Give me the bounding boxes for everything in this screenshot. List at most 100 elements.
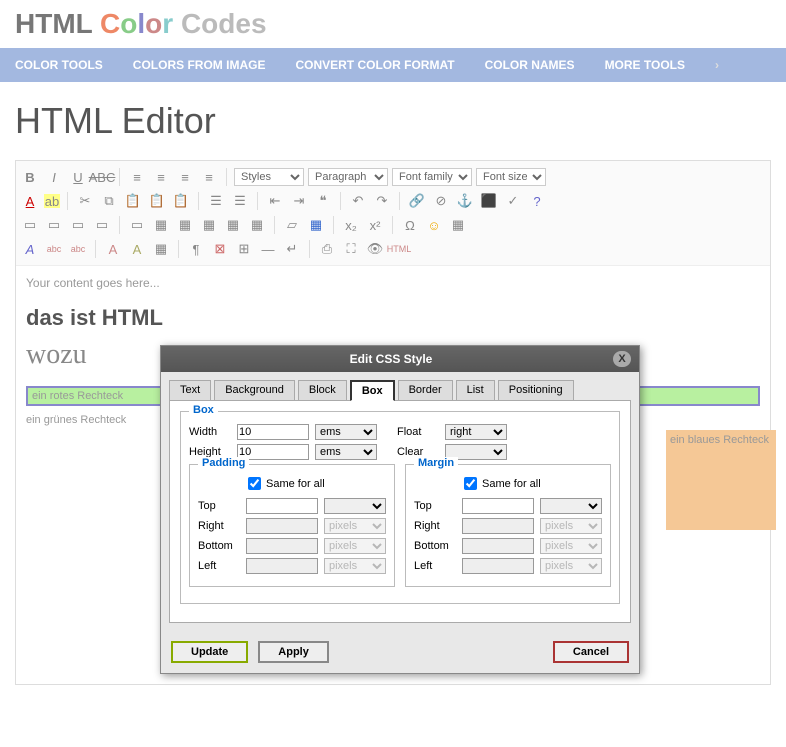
nav-color-names[interactable]: COLOR NAMES: [485, 58, 575, 72]
nav-colors-from-image[interactable]: COLORS FROM IMAGE: [133, 58, 266, 72]
undo-icon[interactable]: ↶: [348, 191, 368, 211]
padding-fieldset: Padding Same for all Top Rightpixels Bot…: [189, 464, 395, 587]
blue-rectangle: ein blaues Rechteck: [666, 430, 776, 530]
ins-icon[interactable]: ⊞: [234, 239, 254, 259]
padding-top-input[interactable]: [246, 498, 318, 514]
layer-back-icon[interactable]: ▭: [68, 215, 88, 235]
dialog-titlebar[interactable]: Edit CSS Style X: [161, 346, 639, 372]
attr-icon[interactable]: ▦: [151, 239, 171, 259]
link-icon[interactable]: 🔗: [407, 191, 427, 211]
col-after-icon[interactable]: ▦: [247, 215, 267, 235]
height-unit-select[interactable]: ems: [315, 444, 377, 460]
tab-background[interactable]: Background: [214, 380, 295, 401]
table-btn-icon[interactable]: ▦: [151, 215, 171, 235]
box-legend: Box: [189, 404, 218, 416]
anchor-icon[interactable]: ⚓: [455, 191, 475, 211]
styles-select[interactable]: Styles: [234, 168, 304, 186]
width-unit-select[interactable]: ems: [315, 424, 377, 440]
align-left-icon[interactable]: ≡: [127, 167, 147, 187]
tab-list[interactable]: List: [456, 380, 495, 401]
clear-a-icon[interactable]: A: [103, 239, 123, 259]
outdent-icon[interactable]: ⇤: [265, 191, 285, 211]
padding-same-checkbox[interactable]: [248, 477, 261, 490]
tab-border[interactable]: Border: [398, 380, 453, 401]
br-icon[interactable]: ↵: [282, 239, 302, 259]
font-family-select[interactable]: Font family: [392, 168, 472, 186]
eraser-icon[interactable]: ▱: [282, 215, 302, 235]
char-icon[interactable]: Ω: [400, 215, 420, 235]
paste-word-icon[interactable]: 📋: [171, 191, 191, 211]
float-select[interactable]: right: [445, 424, 507, 440]
nav-convert-format[interactable]: CONVERT COLOR FORMAT: [295, 58, 454, 72]
bold-icon[interactable]: B: [20, 167, 40, 187]
margin-top-input[interactable]: [462, 498, 534, 514]
apply-button[interactable]: Apply: [258, 641, 329, 663]
date-icon[interactable]: ▦: [306, 215, 326, 235]
image-icon[interactable]: ⬛: [479, 191, 499, 211]
close-icon[interactable]: X: [613, 351, 631, 367]
backcolor-icon[interactable]: ab: [44, 194, 60, 208]
preview-icon[interactable]: 👁: [365, 239, 385, 259]
tab-block[interactable]: Block: [298, 380, 347, 401]
tab-box[interactable]: Box: [350, 380, 395, 401]
align-right-icon[interactable]: ≡: [175, 167, 195, 187]
copy-icon[interactable]: ⧉: [99, 191, 119, 211]
dialog-title: Edit CSS Style: [169, 352, 613, 366]
sup-icon[interactable]: x²: [365, 215, 385, 235]
para-icon[interactable]: ¶: [186, 239, 206, 259]
bullet-list-icon[interactable]: ☰: [206, 191, 226, 211]
font-size-select[interactable]: Font size: [476, 168, 546, 186]
spell2-icon[interactable]: abc: [68, 239, 88, 259]
forecolor-icon[interactable]: A: [20, 191, 40, 211]
help-icon[interactable]: ?: [527, 191, 547, 211]
sub-icon[interactable]: x₂: [341, 215, 361, 235]
margin-top-unit[interactable]: [540, 498, 602, 514]
nav-color-tools[interactable]: COLOR TOOLS: [15, 58, 103, 72]
width-input[interactable]: [237, 424, 309, 440]
unlink-icon[interactable]: ⊘: [431, 191, 451, 211]
layer-icon[interactable]: ▭: [20, 215, 40, 235]
paste-text-icon[interactable]: 📋: [147, 191, 167, 211]
clear-a2-icon[interactable]: A: [127, 239, 147, 259]
tab-positioning[interactable]: Positioning: [498, 380, 574, 401]
row-before-icon[interactable]: ▦: [175, 215, 195, 235]
print-icon[interactable]: ⎙: [317, 239, 337, 259]
row-after-icon[interactable]: ▦: [199, 215, 219, 235]
media-icon[interactable]: ▦: [448, 215, 468, 235]
font-aa-icon[interactable]: A: [20, 239, 40, 259]
margin-same-checkbox[interactable]: [464, 477, 477, 490]
strike-icon[interactable]: ABC: [92, 167, 112, 187]
hr-icon[interactable]: —: [258, 239, 278, 259]
indent-icon[interactable]: ⇥: [289, 191, 309, 211]
cut-icon[interactable]: ✂: [75, 191, 95, 211]
cleanup-icon[interactable]: ✓: [503, 191, 523, 211]
spell-icon[interactable]: abc: [44, 239, 64, 259]
align-center-icon[interactable]: ≡: [151, 167, 171, 187]
emoji-icon[interactable]: ☺: [424, 215, 444, 235]
layer-forward-icon[interactable]: ▭: [44, 215, 64, 235]
nav-more-tools[interactable]: MORE TOOLS: [605, 58, 685, 72]
underline-icon[interactable]: U: [68, 167, 88, 187]
paragraph-select[interactable]: Paragraph: [308, 168, 388, 186]
tab-text[interactable]: Text: [169, 380, 211, 401]
style-icon[interactable]: ▭: [127, 215, 147, 235]
col-before-icon[interactable]: ▦: [223, 215, 243, 235]
page-title: HTML Editor: [0, 82, 786, 160]
paste-icon[interactable]: 📋: [123, 191, 143, 211]
padding-bottom-input: [246, 538, 318, 554]
align-justify-icon[interactable]: ≡: [199, 167, 219, 187]
html-icon[interactable]: HTML: [389, 239, 409, 259]
width-label: Width: [189, 426, 231, 438]
number-list-icon[interactable]: ☰: [230, 191, 250, 211]
margin-bottom-input: [462, 538, 534, 554]
padding-top-unit[interactable]: [324, 498, 386, 514]
quote-icon[interactable]: ❝: [313, 191, 333, 211]
fullscreen-icon[interactable]: ⛶: [341, 239, 361, 259]
del-icon[interactable]: ⊠: [210, 239, 230, 259]
italic-icon[interactable]: I: [44, 167, 64, 187]
update-button[interactable]: Update: [171, 641, 248, 663]
layer-abs-icon[interactable]: ▭: [92, 215, 112, 235]
redo-icon[interactable]: ↷: [372, 191, 392, 211]
nav-arrow-icon[interactable]: ›: [715, 58, 719, 72]
cancel-button[interactable]: Cancel: [553, 641, 629, 663]
